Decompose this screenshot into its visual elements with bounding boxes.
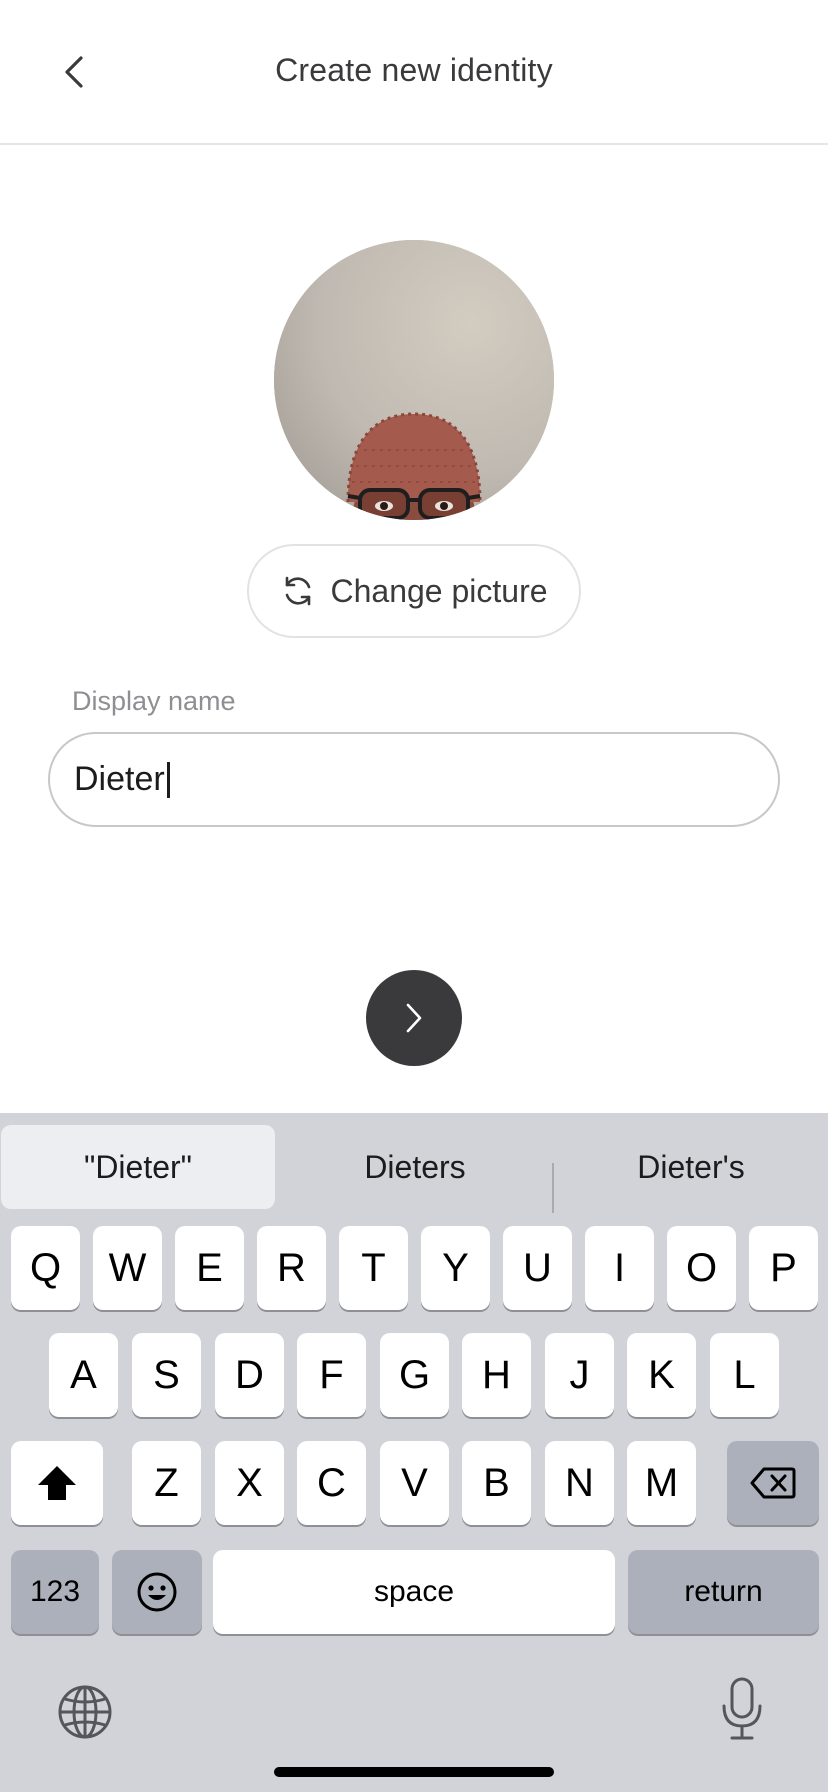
key-o[interactable]: O [667,1226,736,1310]
backspace-icon [750,1467,796,1499]
keyboard: "Dieter" Dieters Dieter's Q W E R T Y U … [0,1113,828,1792]
key-c[interactable]: C [297,1441,366,1525]
microphone-icon [722,1677,762,1740]
delete-key[interactable] [727,1441,819,1525]
key-x[interactable]: X [215,1441,284,1525]
key-e[interactable]: E [175,1226,244,1310]
key-m[interactable]: M [627,1441,696,1525]
profile-photo [274,240,554,520]
key-v[interactable]: V [380,1441,449,1525]
space-key[interactable]: space [213,1550,615,1634]
key-k[interactable]: K [627,1333,696,1417]
refresh-icon [286,576,311,606]
key-y[interactable]: Y [421,1226,490,1310]
header-bar: Create new identity [0,0,828,145]
shift-key[interactable] [11,1441,103,1525]
key-b[interactable]: B [462,1441,531,1525]
shift-icon [38,1466,76,1500]
emoji-icon [137,1572,177,1612]
key-s[interactable]: S [132,1333,201,1417]
key-a[interactable]: A [49,1333,118,1417]
dictation-button[interactable] [720,1676,764,1742]
key-w[interactable]: W [93,1226,162,1310]
key-d[interactable]: D [215,1333,284,1417]
emoji-key[interactable] [112,1550,202,1634]
suggestion-item[interactable]: "Dieter" [1,1125,275,1209]
globe-icon [58,1685,112,1739]
page-title: Create new identity [275,52,553,88]
key-n[interactable]: N [545,1441,614,1525]
chevron-right-icon [406,1003,422,1033]
return-key-label: return [684,1575,763,1608]
key-l[interactable]: L [710,1333,779,1417]
key-h[interactable]: H [462,1333,531,1417]
key-i[interactable]: I [585,1226,654,1310]
key-f[interactable]: F [297,1333,366,1417]
return-key[interactable]: return [628,1550,819,1634]
key-t[interactable]: T [339,1226,408,1310]
avatar[interactable] [274,240,554,520]
numbers-key[interactable]: 123 [11,1550,99,1634]
key-z[interactable]: Z [132,1441,201,1525]
display-name-value: Dieter [74,760,165,798]
home-indicator[interactable] [274,1767,554,1777]
key-j[interactable]: J [545,1333,614,1417]
suggestion-bar: "Dieter" Dieters Dieter's [0,1125,828,1213]
text-caret [166,761,170,798]
key-q[interactable]: Q [11,1226,80,1310]
globe-button[interactable] [56,1683,114,1741]
display-name-input[interactable]: Dieter [48,732,780,827]
key-p[interactable]: P [749,1226,818,1310]
key-g[interactable]: G [380,1333,449,1417]
key-r[interactable]: R [257,1226,326,1310]
key-u[interactable]: U [503,1226,572,1310]
suggestion-item[interactable]: Dieter's [554,1125,828,1209]
suggestion-item[interactable]: Dieters [278,1125,552,1209]
numbers-key-label: 123 [29,1575,81,1608]
change-picture-label: Change picture [330,572,548,609]
display-name-label: Display name [72,686,236,716]
space-key-label: space [373,1575,455,1608]
change-picture-button[interactable]: Change picture [247,544,581,638]
next-button[interactable] [366,970,462,1066]
